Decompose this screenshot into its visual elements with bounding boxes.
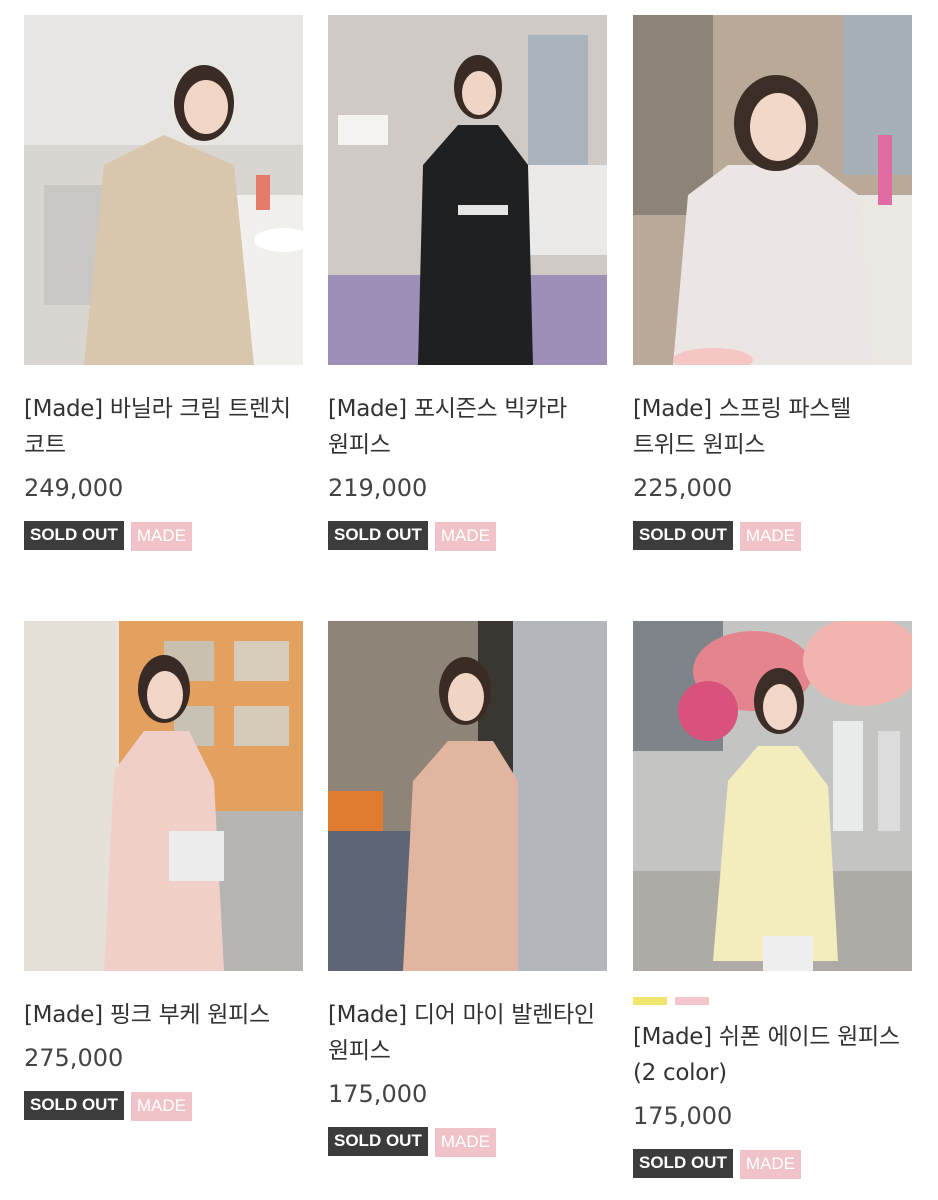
- sold-out-badge: SOLD OUT: [633, 1148, 733, 1178]
- product-title[interactable]: [Made] 디어 마이 발렌타인 원피스: [328, 997, 607, 1069]
- product-title[interactable]: [Made] 바닐라 크림 트렌치 코트: [24, 391, 303, 463]
- product-price: 175,000: [633, 1102, 733, 1130]
- product-image[interactable]: [328, 15, 607, 365]
- product-price: 275,000: [24, 1044, 124, 1072]
- product-title[interactable]: [Made] 스프링 파스텔 트위드 원피스: [633, 391, 912, 463]
- made-badge: MADE: [130, 522, 192, 551]
- made-badge: MADE: [434, 522, 496, 551]
- color-swatch-pink[interactable]: [675, 997, 709, 1005]
- product-title[interactable]: [Made] 포시즌스 빅카라 원피스: [328, 391, 607, 463]
- product-price: 175,000: [328, 1080, 428, 1108]
- made-badge: MADE: [739, 522, 801, 551]
- made-badge: MADE: [130, 1092, 192, 1121]
- product-card[interactable]: [Made] 쉬폰 에이드 원피스 (2 color) 175,000 SOLD…: [633, 621, 912, 1179]
- product-card[interactable]: [Made] 스프링 파스텔 트위드 원피스 225,000 SOLD OUT …: [633, 15, 912, 551]
- made-badge: MADE: [739, 1150, 801, 1179]
- product-image[interactable]: [24, 621, 303, 971]
- product-price: 249,000: [24, 474, 124, 502]
- product-image[interactable]: [24, 15, 303, 365]
- sold-out-badge: SOLD OUT: [24, 520, 124, 550]
- product-price: 225,000: [633, 474, 733, 502]
- product-card[interactable]: [Made] 바닐라 크림 트렌치 코트 249,000 SOLD OUT MA…: [24, 15, 303, 551]
- product-price: 219,000: [328, 474, 428, 502]
- sold-out-badge: SOLD OUT: [328, 1126, 428, 1156]
- product-card[interactable]: [Made] 핑크 부케 원피스 275,000 SOLD OUT MADE: [24, 621, 303, 1121]
- product-title[interactable]: [Made] 핑크 부케 원피스: [24, 997, 303, 1033]
- product-image[interactable]: [633, 621, 912, 971]
- color-swatch-yellow[interactable]: [633, 997, 667, 1005]
- product-image[interactable]: [633, 15, 912, 365]
- product-card[interactable]: [Made] 포시즌스 빅카라 원피스 219,000 SOLD OUT MAD…: [328, 15, 607, 551]
- sold-out-badge: SOLD OUT: [24, 1090, 124, 1120]
- sold-out-badge: SOLD OUT: [633, 520, 733, 550]
- product-card[interactable]: [Made] 디어 마이 발렌타인 원피스 175,000 SOLD OUT M…: [328, 621, 607, 1157]
- product-image[interactable]: [328, 621, 607, 971]
- made-badge: MADE: [434, 1128, 496, 1157]
- product-title[interactable]: [Made] 쉬폰 에이드 원피스 (2 color): [633, 1019, 912, 1091]
- sold-out-badge: SOLD OUT: [328, 520, 428, 550]
